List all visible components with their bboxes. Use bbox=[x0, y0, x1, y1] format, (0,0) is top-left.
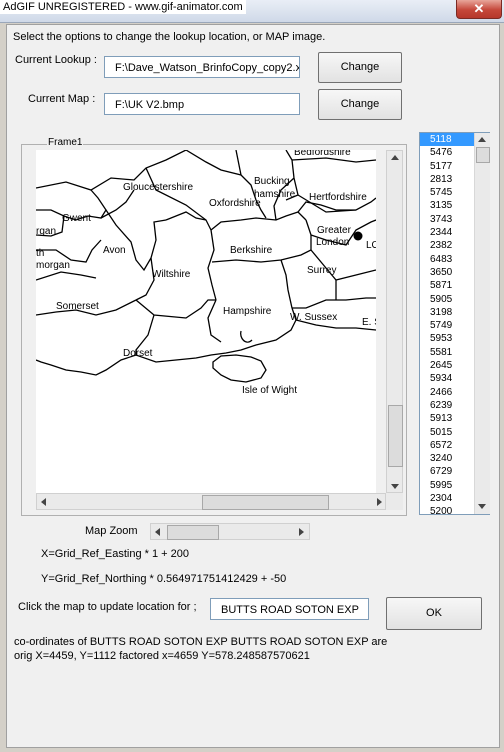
y-formula-label: Y=Grid_Ref_Northing * 0.564971751412429 … bbox=[41, 573, 287, 585]
current-map-field[interactable]: F:\UK V2.bmp bbox=[104, 93, 300, 115]
code-list-scrollbar[interactable] bbox=[474, 133, 490, 514]
current-lookup-field[interactable]: F:\Dave_Watson_BrinfoCopy_copy2.xls bbox=[104, 56, 300, 78]
close-button[interactable]: ✕ bbox=[456, 0, 502, 19]
coordinates-line-1: co-ordinates of BUTTS ROAD SOTON EXP BUT… bbox=[14, 636, 388, 648]
current-lookup-label: Current Lookup : bbox=[15, 54, 97, 66]
map-horizontal-scrollbar[interactable] bbox=[36, 493, 386, 510]
frame-caption: Frame1 bbox=[47, 137, 84, 148]
region-dorset: Dorset bbox=[123, 348, 153, 359]
region-surrey: Surrey bbox=[307, 265, 336, 276]
update-location-label: Click the map to update location for ; bbox=[18, 601, 197, 613]
close-icon: ✕ bbox=[473, 1, 485, 16]
list-scroll-up-icon[interactable] bbox=[478, 137, 486, 142]
region-th: th bbox=[36, 248, 44, 259]
location-name-field[interactable]: BUTTS ROAD SOTON EXP bbox=[210, 598, 369, 620]
map-horizontal-thumb[interactable] bbox=[202, 495, 329, 510]
coordinates-line-2: orig X=4459, Y=1112 factored x=4659 Y=57… bbox=[14, 650, 310, 662]
region-bedfordshire: Bedfordshire bbox=[294, 150, 351, 158]
region-organ: rgan bbox=[36, 226, 56, 237]
list-scroll-thumb[interactable] bbox=[476, 147, 490, 163]
region-e-sussex: E. Su bbox=[362, 317, 376, 328]
region-berkshire: Berkshire bbox=[230, 245, 273, 256]
region-somerset: Somerset bbox=[56, 301, 99, 312]
map-vertical-scrollbar[interactable] bbox=[386, 150, 403, 493]
scroll-up-icon[interactable] bbox=[391, 155, 399, 160]
map-zoom-label: Map Zoom bbox=[85, 525, 138, 537]
region-avon: Avon bbox=[103, 245, 126, 256]
list-scroll-down-icon[interactable] bbox=[478, 504, 486, 509]
region-morgan: morgan bbox=[36, 260, 70, 271]
map-vertical-thumb[interactable] bbox=[388, 405, 403, 467]
region-isle-of-wight: Isle of Wight bbox=[242, 385, 297, 396]
region-greater-london-1: Greater bbox=[317, 225, 352, 236]
scroll-left-icon[interactable] bbox=[41, 498, 46, 506]
x-formula-label: X=Grid_Ref_Easting * 1 + 200 bbox=[41, 548, 189, 560]
region-gwent: Gwent bbox=[62, 213, 91, 224]
scroll-right-icon[interactable] bbox=[377, 498, 382, 506]
scrollbar-corner bbox=[386, 493, 403, 510]
zoom-right-icon[interactable] bbox=[299, 528, 304, 536]
zoom-left-icon[interactable] bbox=[155, 528, 160, 536]
county-map[interactable]: Bedfordshire Bucking hamshire Gloucester… bbox=[36, 150, 376, 493]
region-buckinghamshire-1: Bucking bbox=[254, 176, 290, 187]
region-w-sussex: W. Sussex bbox=[290, 312, 337, 323]
instructions-label: Select the options to change the lookup … bbox=[13, 31, 326, 43]
region-hampshire: Hampshire bbox=[223, 306, 272, 317]
watermark-text: AdGIF UNREGISTERED - www.gif-animator.co… bbox=[0, 0, 246, 14]
scroll-down-icon[interactable] bbox=[391, 484, 399, 489]
region-lon: LON bbox=[366, 240, 376, 251]
location-marker bbox=[353, 231, 363, 241]
region-greater-london-2: London bbox=[316, 237, 349, 248]
map-zoom-scrollbar[interactable] bbox=[150, 523, 310, 540]
ok-button[interactable]: OK bbox=[386, 597, 482, 630]
change-lookup-button[interactable]: Change bbox=[318, 52, 402, 83]
region-hertfordshire: Hertfordshire bbox=[309, 192, 367, 203]
region-gloucestershire: Gloucestershire bbox=[123, 182, 193, 193]
region-wiltshire: Wiltshire bbox=[152, 269, 191, 280]
map-zoom-thumb[interactable] bbox=[167, 525, 219, 540]
map-image[interactable]: Bedfordshire Bucking hamshire Gloucester… bbox=[36, 150, 376, 493]
region-oxfordshire: Oxfordshire bbox=[209, 198, 261, 209]
change-map-button[interactable]: Change bbox=[318, 89, 402, 120]
current-map-label: Current Map : bbox=[28, 93, 96, 105]
